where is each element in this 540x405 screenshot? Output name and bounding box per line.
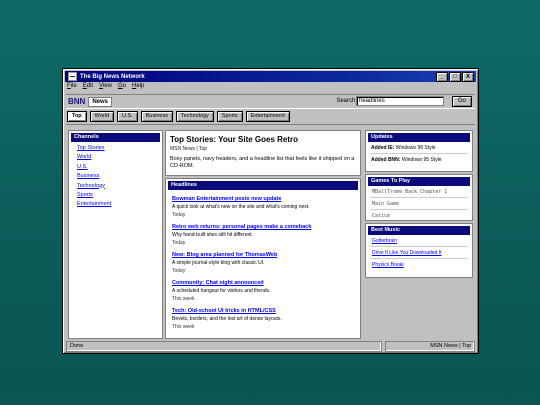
brand-badge: News — [88, 96, 113, 107]
headline-link[interactable]: New: Blog area planned for ThomasWeb — [172, 252, 356, 258]
game-item[interactable]: MBallTrome Back Chapter 1 — [372, 189, 472, 195]
channels-header: Channels — [71, 133, 160, 142]
headline-item: Retro web returns: personal pages make a… — [172, 224, 356, 246]
search-input[interactable]: headlines — [356, 96, 444, 106]
divider — [370, 258, 468, 259]
update-item: Added BNN: Windows 95 Style — [371, 157, 472, 163]
headline-link[interactable]: Bowman Entertainment posts new update — [172, 196, 356, 202]
headline-date: Today — [172, 268, 186, 274]
games-header: Games To Play — [368, 177, 470, 186]
minimize-button[interactable]: _ — [436, 72, 448, 82]
menu-go[interactable]: Go — [118, 83, 126, 92]
headline-link[interactable]: Community: Chat night announced — [172, 280, 356, 286]
music-panel: Best Music Gutterbrain Drive It Like You… — [365, 223, 473, 278]
channels-panel: Channels Top Stories World U.S. Business… — [68, 130, 163, 339]
status-bar: Done. MSN News | Top — [66, 341, 475, 352]
music-link[interactable]: Physics Break — [372, 262, 472, 268]
menu-bar: File Edit View Go Help — [66, 83, 144, 92]
search-label: Search: — [336, 98, 357, 104]
app-icon — [68, 72, 77, 81]
menu-view[interactable]: View — [99, 83, 112, 92]
headlines-header: Headlines — [168, 181, 358, 190]
channel-link-us[interactable]: U.S. — [77, 164, 88, 170]
headline-summary: A scheduled hangout for visitors and fri… — [172, 288, 271, 294]
tab-top[interactable]: Top — [67, 111, 87, 122]
top-story-panel: Top Stories: Your Site Goes Retro MSN Ne… — [165, 130, 361, 176]
channel-link-top-stories[interactable]: Top Stories — [77, 145, 105, 151]
maximize-button[interactable]: □ — [449, 72, 461, 82]
title-bar[interactable]: The Big News Network _ □ X — [65, 71, 476, 82]
tab-sports[interactable]: Sports — [216, 111, 243, 122]
close-button[interactable]: X — [462, 72, 474, 82]
headline-date: This week — [172, 296, 195, 302]
headline-date: This week — [172, 324, 195, 330]
headlines-panel: Headlines Bowman Entertainment posts new… — [165, 178, 361, 339]
channel-link-entertainment[interactable]: Entertainment — [77, 201, 111, 207]
channel-link-world[interactable]: World — [77, 154, 91, 160]
updates-panel: Updates Added IE: Windows 98 Style Added… — [365, 130, 473, 172]
tab-entertainment[interactable]: Entertainment — [245, 111, 290, 122]
update-value: Windows 95 Style — [401, 157, 442, 163]
divider — [370, 246, 468, 247]
section-tabs: Top World U.S. Business Technology Sport… — [67, 111, 290, 122]
top-story-description: Boxy panels, navy headers, and a headlin… — [170, 156, 355, 169]
headline-summary: Bevels, borders, and the lost art of den… — [172, 316, 282, 322]
divider — [370, 197, 468, 198]
headline-date: Today — [172, 240, 186, 246]
brand-logo[interactable]: BNN — [68, 97, 85, 106]
status-text: Done. — [66, 341, 382, 352]
content-area: Channels Top Stories World U.S. Business… — [66, 124, 475, 339]
brand-bar: BNN News Search: headlines Go — [66, 94, 475, 109]
browser-window: The Big News Network _ □ X File Edit Vie… — [62, 68, 479, 354]
headline-date: Today — [172, 212, 186, 218]
headline-item: Bowman Entertainment posts new update A … — [172, 196, 356, 218]
headline-summary: A quick look at what's new on the site a… — [172, 204, 310, 210]
window-controls: _ □ X — [436, 72, 474, 82]
music-header: Best Music — [368, 226, 470, 235]
headline-link[interactable]: Retro web returns: personal pages make a… — [172, 224, 356, 230]
headline-summary: Why hand-built sites still hit different… — [172, 232, 254, 238]
update-value: Windows 98 Style — [395, 145, 436, 151]
game-item[interactable]: Catice — [372, 213, 472, 219]
update-label: Added IE: — [371, 145, 395, 151]
tab-business[interactable]: Business — [140, 111, 173, 122]
top-story-title: Top Stories: Your Site Goes Retro — [170, 135, 299, 144]
channel-link-technology[interactable]: Technology — [77, 183, 105, 189]
tab-world[interactable]: World — [89, 111, 114, 122]
window-title: The Big News Network — [80, 73, 145, 80]
music-link[interactable]: Gutterbrain — [372, 238, 472, 244]
tab-us[interactable]: U.S. — [116, 111, 138, 122]
status-location: MSN News | Top — [385, 341, 475, 352]
divider — [370, 209, 468, 210]
headline-summary: A simple journal-style blog with classic… — [172, 260, 265, 266]
update-item: Added IE: Windows 98 Style — [371, 145, 472, 151]
menu-file[interactable]: File — [67, 83, 77, 92]
menu-help[interactable]: Help — [132, 83, 144, 92]
headline-link[interactable]: Tech: Old-school UI tricks in HTML/CSS — [172, 308, 356, 314]
headline-item: Community: Chat night announced A schedu… — [172, 280, 356, 302]
music-link[interactable]: Drive It Like You Downloaded It — [372, 250, 472, 256]
channel-link-sports[interactable]: Sports — [77, 192, 93, 198]
divider — [370, 153, 468, 154]
search-go-button[interactable]: Go — [452, 96, 472, 107]
tab-technology[interactable]: Technology — [175, 111, 214, 122]
game-item[interactable]: Main Game — [372, 201, 472, 207]
menu-edit[interactable]: Edit — [83, 83, 93, 92]
update-label: Added BNN: — [371, 157, 401, 163]
headline-item: New: Blog area planned for ThomasWeb A s… — [172, 252, 356, 274]
headline-item: Tech: Old-school UI tricks in HTML/CSS B… — [172, 308, 356, 330]
top-story-meta: MSN News | Top — [170, 146, 208, 152]
games-panel: Games To Play MBallTrome Back Chapter 1 … — [365, 174, 473, 221]
channel-link-business[interactable]: Business — [77, 173, 99, 179]
updates-header: Updates — [368, 133, 470, 142]
